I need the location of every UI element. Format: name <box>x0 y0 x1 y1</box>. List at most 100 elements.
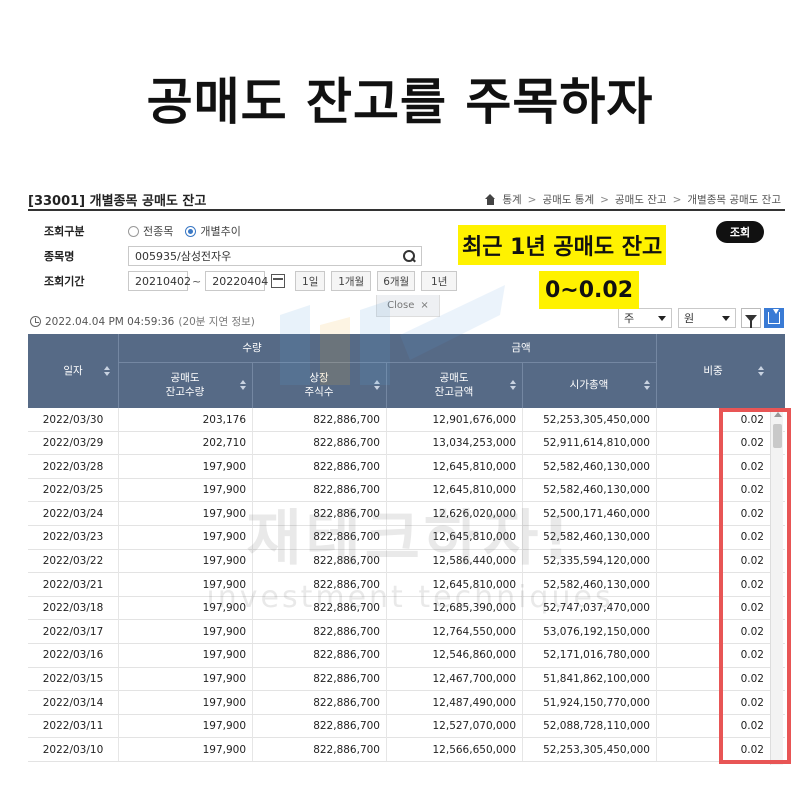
period-label: 조회기간 <box>44 275 85 288</box>
cell-short-amount: 12,527,070,000 <box>432 720 517 733</box>
table-row[interactable]: 2022/03/30 203,176 822,886,700 12,901,676,0… <box>28 408 785 432</box>
filter-button[interactable] <box>741 308 761 328</box>
period-1month-button[interactable]: 1개월 <box>331 271 372 291</box>
table-row[interactable]: 2022/03/11 197,900 822,886,700 12,527,070,0… <box>28 714 785 739</box>
header-listed-shares[interactable]: 상장 주식수 <box>252 362 386 408</box>
breadcrumb-item-current: 개별종목 공매도 잔고 <box>687 194 781 206</box>
table-row[interactable]: 2022/03/14 197,900 822,886,700 12,487,490,0… <box>28 691 785 715</box>
table-row[interactable]: 2022/03/15 197,900 822,886,700 12,467,700,0… <box>28 667 785 692</box>
sort-icon[interactable] <box>510 380 516 390</box>
cell-listed-shares: 822,886,700 <box>313 696 380 709</box>
stock-label: 종목명 <box>44 250 75 263</box>
date-from-input[interactable]: 20210402 <box>128 271 191 291</box>
chevron-down-icon <box>658 315 666 321</box>
cell-short-amount: 12,764,550,000 <box>432 625 517 638</box>
table-row[interactable]: 2022/03/22 197,900 822,886,700 12,586,440,0… <box>28 549 785 574</box>
currency-select-value: 원 <box>684 312 695 325</box>
cell-short-qty: 197,900 <box>202 743 246 756</box>
sort-icon[interactable] <box>104 366 110 376</box>
cell-date: 2022/03/15 <box>42 673 104 686</box>
cell-market-cap: 52,253,305,450,000 <box>543 743 650 756</box>
cell-market-cap: 52,171,016,780,000 <box>543 649 650 662</box>
cell-short-amount: 12,645,810,000 <box>432 460 517 473</box>
cell-date: 2022/03/22 <box>42 555 104 568</box>
radio-unchecked-icon <box>128 225 139 237</box>
header-short-qty[interactable]: 공매도 잔고수량 <box>118 362 252 408</box>
lookup-type-label: 조회구분 <box>44 225 85 238</box>
header-market-cap[interactable]: 시가총액 <box>522 362 656 408</box>
radio-all-stocks[interactable]: 전종목 <box>128 223 173 239</box>
query-button[interactable]: 조회 <box>716 221 764 243</box>
cell-short-amount: 12,645,810,000 <box>432 531 517 544</box>
radio-individual-trend[interactable]: 개별추이 <box>185 223 241 239</box>
cell-date: 2022/03/28 <box>42 460 104 473</box>
breadcrumb-item[interactable]: 공매도 통계 <box>542 192 594 207</box>
cell-short-qty: 202,710 <box>202 437 246 450</box>
cell-short-qty: 197,900 <box>202 484 246 497</box>
cell-short-amount: 12,645,810,000 <box>432 578 517 591</box>
cell-listed-shares: 822,886,700 <box>313 484 380 497</box>
breadcrumb: 통계 > 공매도 통계 > 공매도 잔고 > 개별종목 공매도 잔고 <box>485 192 781 207</box>
date-to-input[interactable]: 20220404 <box>205 271 268 291</box>
cell-short-amount: 12,467,700,000 <box>432 673 517 686</box>
cell-short-qty: 203,176 <box>202 413 246 426</box>
timestamp: 2022.04.04 PM 04:59:36 (20분 지연 정보) <box>30 314 255 329</box>
date-separator: ~ <box>192 274 202 288</box>
download-button[interactable] <box>764 308 784 328</box>
cell-short-amount: 12,901,676,000 <box>432 413 517 426</box>
table-row[interactable]: 2022/03/28 197,900 822,886,700 12,645,810,0… <box>28 455 785 479</box>
cell-listed-shares: 822,886,700 <box>313 743 380 756</box>
unit-select[interactable]: 주 <box>618 308 672 328</box>
period-1day-button[interactable]: 1일 <box>295 271 326 291</box>
cell-market-cap: 52,747,037,470,000 <box>543 602 650 615</box>
sort-icon[interactable] <box>240 380 246 390</box>
cell-market-cap: 52,911,614,810,000 <box>543 437 650 450</box>
sort-icon[interactable] <box>644 380 650 390</box>
cell-market-cap: 53,076,192,150,000 <box>543 625 650 638</box>
cell-listed-shares: 822,886,700 <box>313 413 380 426</box>
home-icon[interactable] <box>485 194 496 205</box>
table-row[interactable]: 2022/03/16 197,900 822,886,700 12,546,860,0… <box>28 643 785 668</box>
header-date[interactable]: 일자 <box>28 334 118 408</box>
cell-date: 2022/03/10 <box>42 743 104 756</box>
timestamp-value: 2022.04.04 PM 04:59:36 <box>45 315 175 328</box>
close-label: Close <box>387 300 415 311</box>
sort-icon[interactable] <box>374 380 380 390</box>
header-short-amount[interactable]: 공매도 잔고금액 <box>386 362 522 408</box>
calendar-icon[interactable] <box>271 274 286 288</box>
search-icon[interactable] <box>403 250 415 262</box>
period-row: 조회기간 20210402 ~ 20220404 1일 1개월 6개월 1년 <box>28 270 458 292</box>
table-row[interactable]: 2022/03/18 197,900 822,886,700 12,685,390,0… <box>28 596 785 621</box>
breadcrumb-item[interactable]: 공매도 잔고 <box>615 192 667 207</box>
cell-date: 2022/03/23 <box>42 531 104 544</box>
cell-date: 2022/03/21 <box>42 578 104 591</box>
breadcrumb-separator: > <box>600 193 609 206</box>
table-row[interactable]: 2022/03/21 197,900 822,886,700 12,645,810,0… <box>28 573 785 597</box>
date-from-value: 20210402 <box>135 274 191 288</box>
stock-row: 종목명 005935/삼성전자우 <box>28 245 422 267</box>
sort-icon[interactable] <box>758 366 764 376</box>
close-panel-tab[interactable]: Close × <box>376 295 440 317</box>
table-row[interactable]: 2022/03/10 197,900 822,886,700 12,566,650,0… <box>28 738 785 762</box>
download-icon <box>768 309 780 324</box>
cell-short-amount: 12,566,650,000 <box>432 743 517 756</box>
cell-short-amount: 13,034,253,000 <box>432 437 517 450</box>
cell-short-qty: 197,900 <box>202 673 246 686</box>
header-ratio[interactable]: 비중 <box>656 334 770 408</box>
ratio-highlight-box <box>719 408 791 764</box>
table-row[interactable]: 2022/03/25 197,900 822,886,700 12,645,810,0… <box>28 478 785 503</box>
cell-listed-shares: 822,886,700 <box>313 625 380 638</box>
table-row[interactable]: 2022/03/17 197,900 822,886,700 12,764,550,0… <box>28 620 785 644</box>
currency-select[interactable]: 원 <box>678 308 736 328</box>
timestamp-note: (20분 지연 정보) <box>178 316 255 328</box>
cell-listed-shares: 822,886,700 <box>313 531 380 544</box>
breadcrumb-item[interactable]: 통계 <box>502 192 521 207</box>
cell-listed-shares: 822,886,700 <box>313 720 380 733</box>
table-row[interactable]: 2022/03/23 197,900 822,886,700 12,645,810,0… <box>28 525 785 550</box>
table-row[interactable]: 2022/03/24 197,900 822,886,700 12,626,020,0… <box>28 502 785 526</box>
stock-input[interactable]: 005935/삼성전자우 <box>128 246 422 266</box>
table-row[interactable]: 2022/03/29 202,710 822,886,700 13,034,253,0… <box>28 431 785 456</box>
period-6month-button[interactable]: 6개월 <box>377 271 416 291</box>
cell-listed-shares: 822,886,700 <box>313 437 380 450</box>
period-1year-button[interactable]: 1년 <box>421 271 458 291</box>
